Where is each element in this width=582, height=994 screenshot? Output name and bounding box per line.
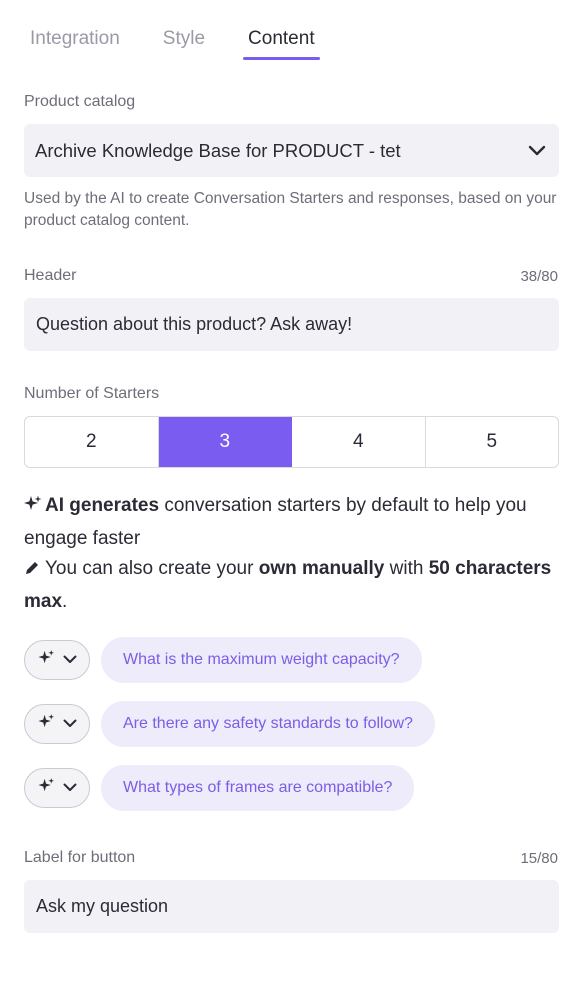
button-label-input[interactable]: Ask my question (24, 880, 559, 933)
starter-mode-dropdown[interactable] (24, 640, 90, 680)
sparkle-icon (24, 493, 42, 524)
starters-option-3[interactable]: 3 (158, 417, 292, 467)
catalog-value: Archive Knowledge Base for PRODUCT - tet (35, 139, 401, 161)
manual-info-c: . (62, 590, 68, 612)
starters-option-5[interactable]: 5 (426, 417, 559, 467)
starter-pill[interactable]: What types of frames are compatible? (101, 765, 415, 811)
starters-info: AI generates conversation starters by de… (24, 491, 569, 617)
manual-info-a: You can also create your (45, 558, 259, 579)
chevron-down-icon (63, 715, 77, 733)
pencil-icon (24, 556, 42, 587)
manual-info-bold: own manually (258, 558, 385, 579)
header-char-counter: 38/80 (520, 268, 558, 285)
catalog-help-text: Used by the AI to create Conversation St… (24, 190, 557, 229)
button-label-char-counter: 15/80 (520, 850, 558, 867)
sparkle-icon (37, 649, 55, 671)
sparkle-icon (37, 713, 55, 735)
starters-count-label: Number of Starters (24, 385, 160, 402)
starter-pill[interactable]: What is the maximum weight capacity? (101, 637, 422, 683)
starter-pill[interactable]: Are there any safety standards to follow… (101, 701, 435, 747)
sparkle-icon (37, 777, 55, 799)
tab-style[interactable]: Style (163, 28, 205, 60)
tab-bar: Integration Style Content (30, 28, 320, 60)
starter-row: Are there any safety standards to follow… (24, 701, 435, 747)
starters-count-selector: 2 3 4 5 (24, 416, 559, 468)
tab-content[interactable]: Content (243, 28, 320, 60)
chevron-down-icon (63, 651, 77, 669)
starters-option-4[interactable]: 4 (292, 417, 426, 467)
chevron-down-icon (63, 779, 77, 797)
manual-info-line: You can also create your own manually wi… (24, 554, 569, 617)
starters-option-2[interactable]: 2 (25, 417, 159, 467)
manual-info-b: with (384, 558, 429, 579)
starter-mode-dropdown[interactable] (24, 768, 90, 808)
starter-row: What is the maximum weight capacity? (24, 637, 422, 683)
chevron-down-icon (528, 145, 546, 157)
tab-integration[interactable]: Integration (30, 28, 120, 60)
ai-info-line: AI generates conversation starters by de… (24, 491, 569, 554)
ai-generates-text: AI generates (45, 495, 160, 516)
header-label: Header (24, 267, 77, 284)
catalog-label: Product catalog (24, 93, 136, 110)
header-input[interactable]: Question about this product? Ask away! (24, 298, 559, 351)
button-label-label: Label for button (24, 849, 136, 866)
catalog-select[interactable]: Archive Knowledge Base for PRODUCT - tet (24, 124, 559, 177)
starter-row: What types of frames are compatible? (24, 765, 415, 811)
starter-mode-dropdown[interactable] (24, 704, 90, 744)
